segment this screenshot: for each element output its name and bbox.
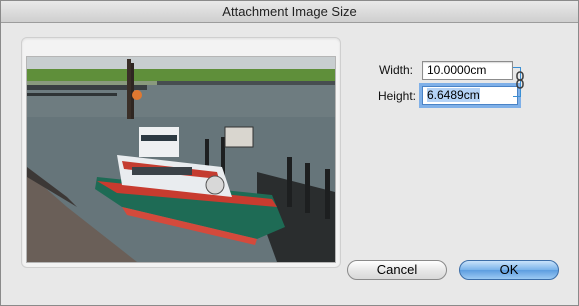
chain-link-icon[interactable] bbox=[516, 71, 524, 89]
cancel-button[interactable]: Cancel bbox=[347, 260, 447, 280]
image-preview bbox=[26, 56, 336, 263]
height-field-value: 6.6489cm bbox=[427, 88, 480, 102]
height-label: Height: bbox=[377, 89, 416, 103]
width-field[interactable]: 10.0000cm bbox=[422, 61, 513, 80]
window-title: Attachment Image Size bbox=[1, 1, 578, 23]
ok-button[interactable]: OK bbox=[459, 260, 559, 280]
attachment-image-size-dialog: Attachment Image Size Width: 10.0000cm H… bbox=[0, 0, 579, 306]
height-field[interactable]: 6.6489cm bbox=[422, 86, 518, 105]
width-label: Width: bbox=[378, 63, 413, 77]
